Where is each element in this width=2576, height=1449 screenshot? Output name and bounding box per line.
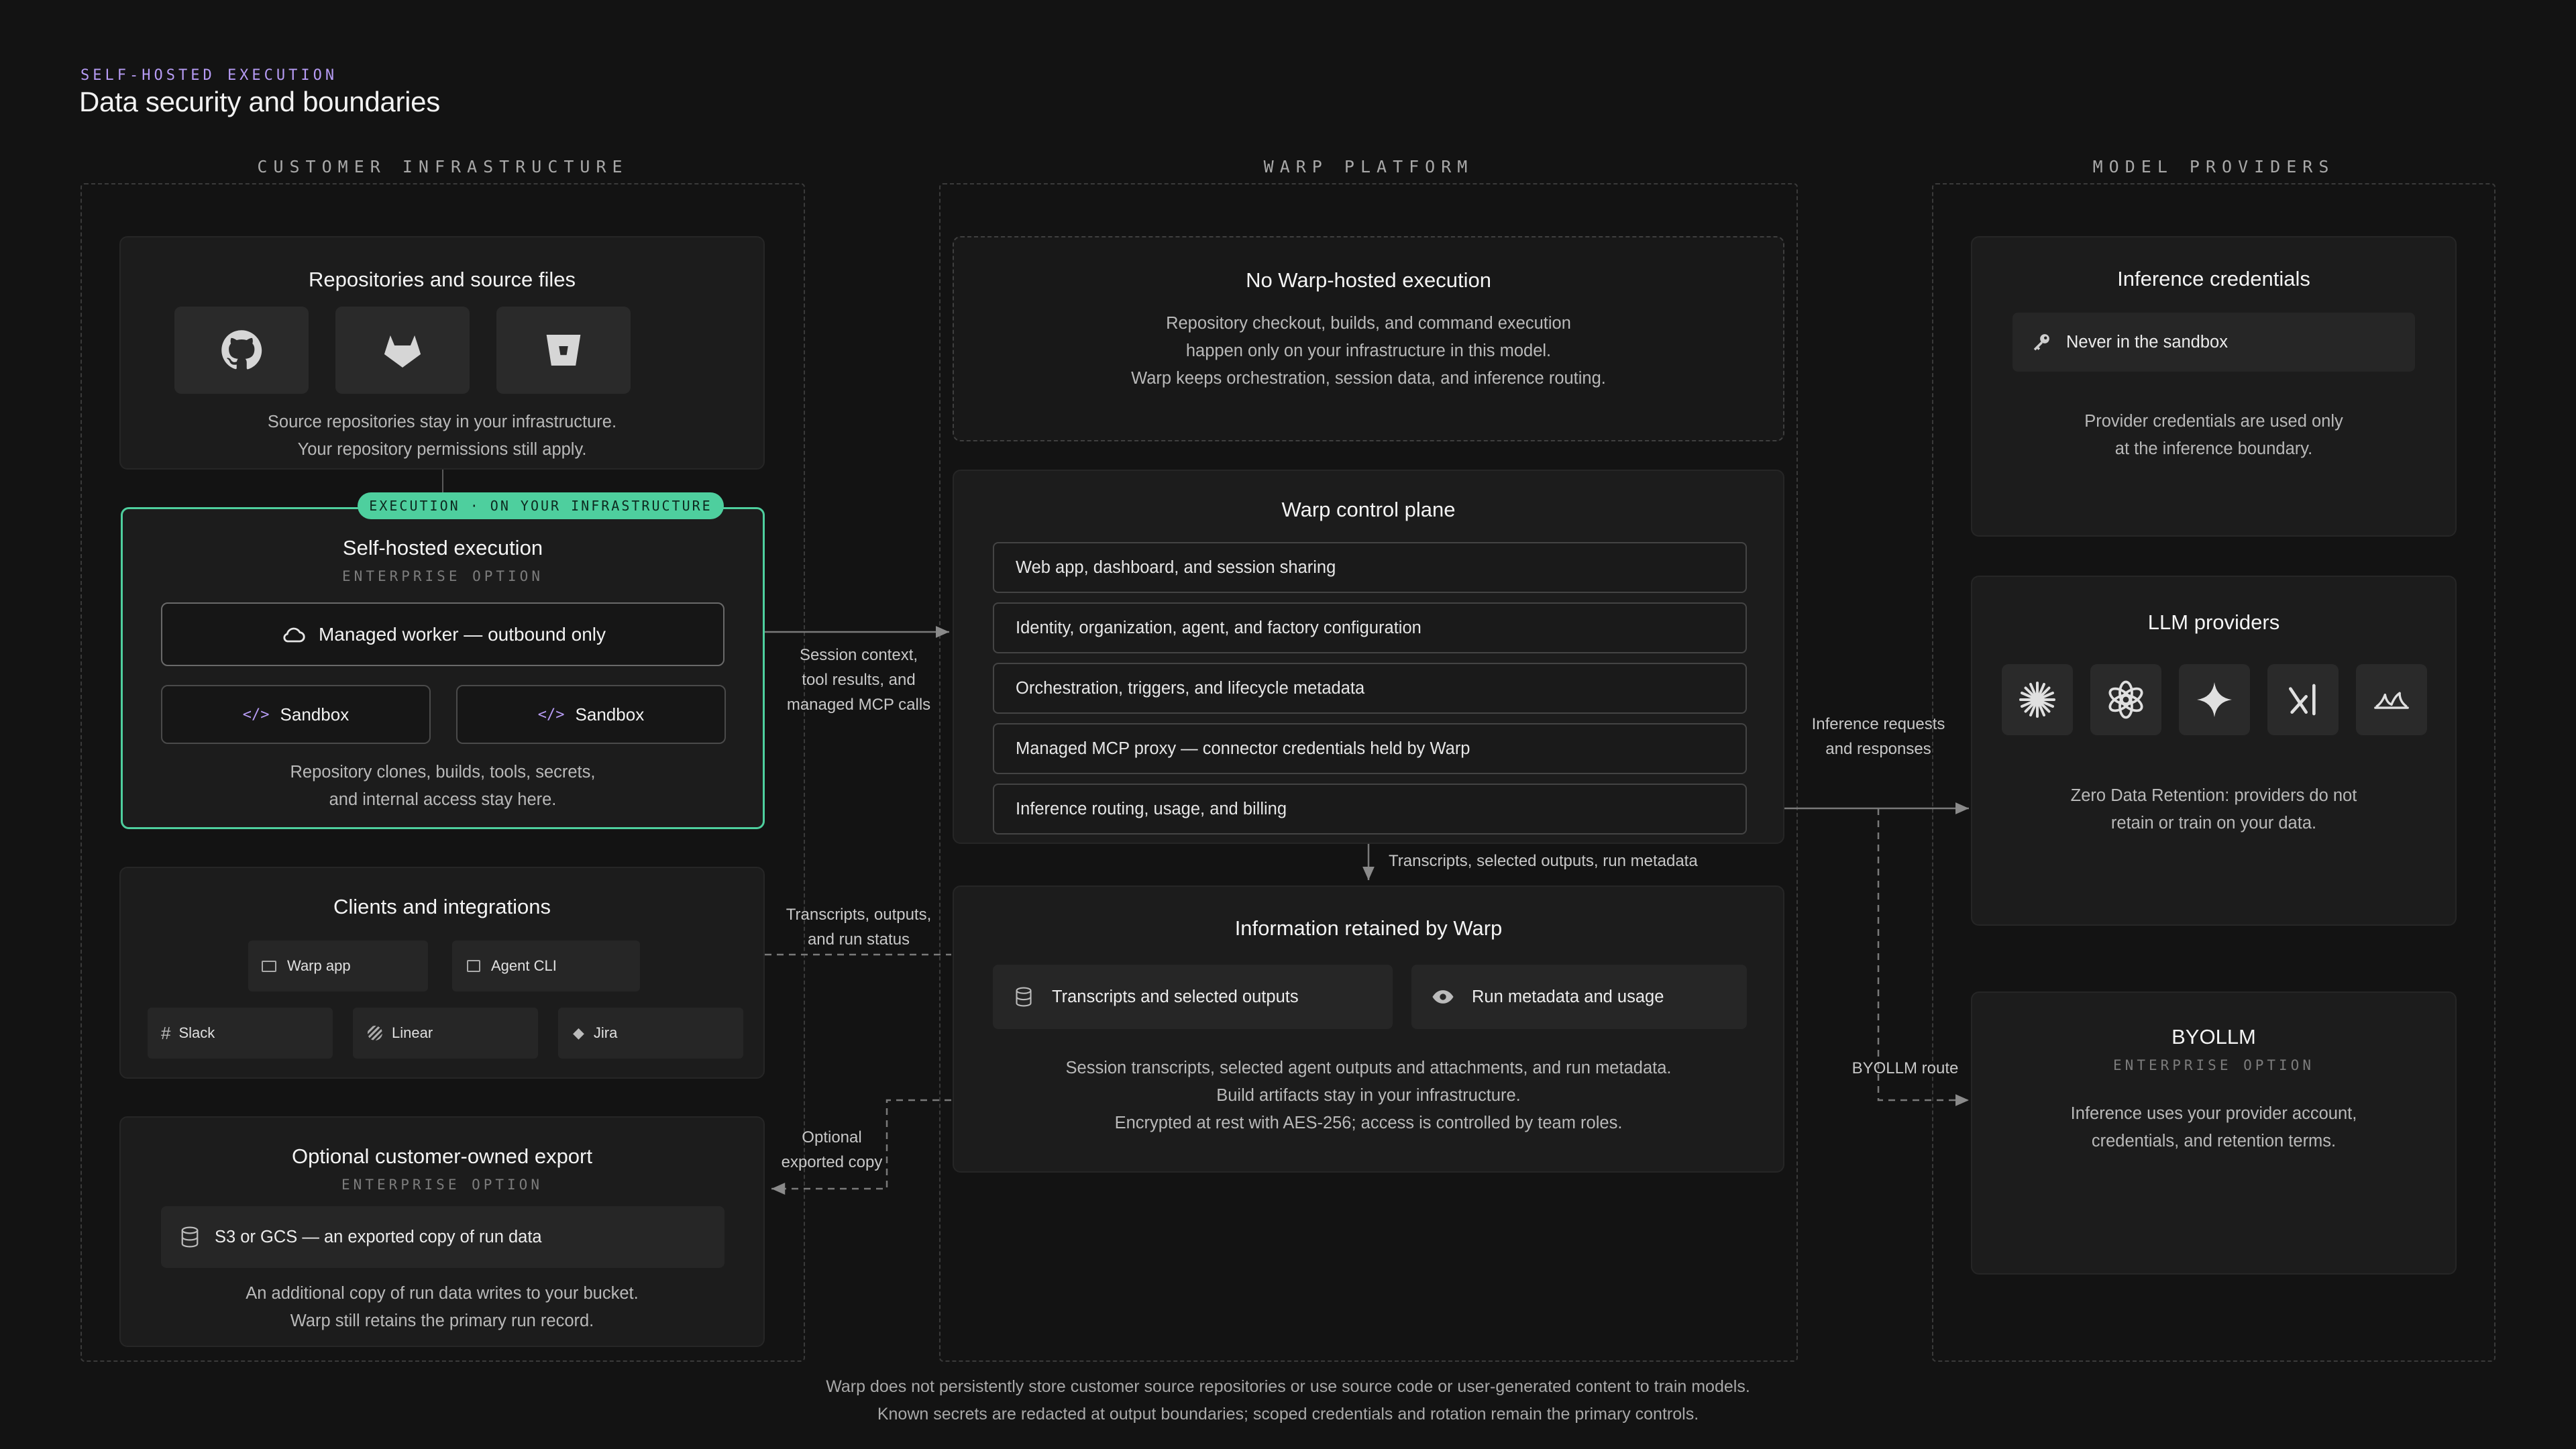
agent-cli-chip[interactable]: Agent CLI: [452, 941, 640, 991]
footer-line-1: Warp does not persistently store custome…: [826, 1377, 1750, 1396]
credentials-pill-label: Never in the sandbox: [2066, 332, 2228, 352]
gemini-icon: [2179, 664, 2250, 735]
optional-export-label: Optional exported copy: [781, 1128, 883, 1171]
metadata-label: Run metadata and usage: [1472, 987, 1664, 1006]
byollm-route-label: BYOLLM route: [1851, 1059, 1959, 1077]
slack-icon: #: [161, 1022, 171, 1043]
export-subtitle: ENTERPRISE OPTION: [341, 1177, 543, 1193]
export-title: Optional customer-owned export: [291, 1144, 592, 1168]
jira-chip[interactable]: ◆ Jira: [558, 1008, 743, 1059]
warp-app-label: Warp app: [287, 957, 351, 974]
laptop-icon: [262, 960, 276, 972]
linear-chip[interactable]: Linear: [353, 1008, 538, 1059]
byollm-subtitle: ENTERPRISE OPTION: [2113, 1057, 2314, 1073]
terminal-icon: [467, 960, 480, 972]
slack-chip[interactable]: # Slack: [148, 1008, 333, 1059]
execution-text: Repository clones, builds, tools, secret…: [290, 763, 596, 809]
byollm-title: BYOLLM: [2171, 1025, 2256, 1049]
footer-line-2: Known secrets are redacted at output bou…: [877, 1405, 1699, 1424]
inference-label: Inference requests and responses: [1811, 715, 1945, 758]
sandbox-label-1: Sandbox: [280, 704, 350, 724]
repositories-text: Source repositories stay in your infrast…: [267, 413, 617, 459]
control-plane-row: Identity, organization, agent, and facto…: [993, 602, 1747, 653]
jira-icon: ◆: [573, 1024, 584, 1041]
execution-subtitle: ENTERPRISE OPTION: [342, 568, 543, 584]
no-hosted-text: Repository checkout, builds, and command…: [1131, 314, 1606, 388]
key-icon: [2033, 334, 2049, 351]
clients-title: Clients and integrations: [333, 895, 551, 918]
control-plane-row: Inference routing, usage, and billing: [993, 784, 1747, 835]
llm-providers-card: LLM providers Zero Data Retention: provi…: [1971, 576, 2457, 926]
transcripts-pill: Transcripts and selected outputs: [993, 965, 1393, 1029]
storage-pill: S3 or GCS — an exported copy of run data: [161, 1206, 724, 1268]
linear-label: Linear: [392, 1024, 433, 1041]
code-icon: </>: [242, 706, 270, 723]
agent-cli-label: Agent CLI: [491, 957, 557, 974]
control-plane-row: Web app, dashboard, and session sharing: [993, 542, 1747, 593]
linear-icon: [368, 1026, 382, 1040]
database-icon: [1016, 987, 1032, 1007]
cloud-icon: [283, 627, 305, 642]
retained-title: Information retained by Warp: [1234, 916, 1503, 940]
sandbox-label-2: Sandbox: [575, 704, 645, 724]
clients-card: Clients and integrations Warp app Agent …: [119, 867, 765, 1079]
storage-label: S3 or GCS — an exported copy of run data: [215, 1227, 542, 1246]
byollm-card: BYOLLM ENTERPRISE OPTION Inference uses …: [1971, 991, 2457, 1275]
managed-worker-button[interactable]: Managed worker — outbound only: [161, 602, 724, 666]
xai-icon: [2267, 664, 2339, 735]
sandbox-button-1[interactable]: </> Sandbox: [161, 685, 431, 744]
credentials-pill: Never in the sandbox: [2012, 313, 2415, 372]
byollm-text: Inference uses your provider account, cr…: [2070, 1104, 2357, 1150]
inference-credentials-card: Inference credentials Never in the sandb…: [1971, 236, 2457, 537]
openai-icon: [2090, 664, 2161, 735]
execution-card: Self-hosted execution ENTERPRISE OPTION …: [121, 507, 765, 829]
no-hosted-execution-card: No Warp-hosted execution Repository chec…: [953, 236, 1784, 441]
slack-label: Slack: [178, 1024, 215, 1041]
credentials-title: Inference credentials: [2117, 267, 2310, 290]
llm-providers-title: LLM providers: [2147, 610, 2280, 634]
transcripts-metadata-label: Transcripts, selected outputs, run metad…: [1389, 852, 1698, 870]
managed-worker-label: Managed worker — outbound only: [318, 623, 606, 645]
control-plane-title: Warp control plane: [1281, 498, 1456, 521]
no-hosted-title: No Warp-hosted execution: [1246, 268, 1491, 292]
jira-label: Jira: [593, 1024, 618, 1041]
export-card: Optional customer-owned export ENTERPRIS…: [119, 1116, 765, 1347]
code-icon: </>: [537, 706, 565, 723]
llm-providers-text: Zero Data Retention: providers do not re…: [2070, 786, 2357, 833]
repositories-title: Repositories and source files: [308, 268, 576, 291]
retained-info-card: Information retained by Warp Transcripts…: [953, 885, 1784, 1173]
control-plane-row: Orchestration, triggers, and lifecycle m…: [993, 663, 1747, 714]
gitlab-icon: [335, 307, 470, 394]
sandbox-button-2[interactable]: </> Sandbox: [456, 685, 726, 744]
anthropic-icon: [2002, 664, 2073, 735]
warp-app-chip[interactable]: Warp app: [248, 941, 428, 991]
repositories-card: Repositories and source files Source rep…: [119, 236, 765, 470]
transcripts-label: Transcripts and selected outputs: [1052, 987, 1299, 1006]
other-provider-icon: [2356, 664, 2427, 735]
credentials-text: Provider credentials are used only at th…: [2084, 412, 2343, 458]
github-icon: [174, 307, 309, 394]
eye-icon: [1432, 990, 1454, 1004]
transcripts-outputs-label: Transcripts, outputs, and run status: [786, 906, 932, 949]
execution-title: Self-hosted execution: [342, 536, 543, 559]
control-plane-card: Warp control plane Web app, dashboard, a…: [953, 470, 1784, 844]
database-icon: [181, 1226, 199, 1248]
control-plane-row: Managed MCP proxy — connector credential…: [993, 723, 1747, 774]
metadata-pill: Run metadata and usage: [1411, 965, 1747, 1029]
retained-text: Session transcripts, selected agent outp…: [1065, 1059, 1672, 1132]
export-text: An additional copy of run data writes to…: [246, 1284, 639, 1330]
bitbucket-icon: [496, 307, 631, 394]
session-context-label: Session context, tool results, and manag…: [786, 646, 931, 714]
execution-badge: EXECUTION · ON YOUR INFRASTRUCTURE: [358, 492, 724, 519]
